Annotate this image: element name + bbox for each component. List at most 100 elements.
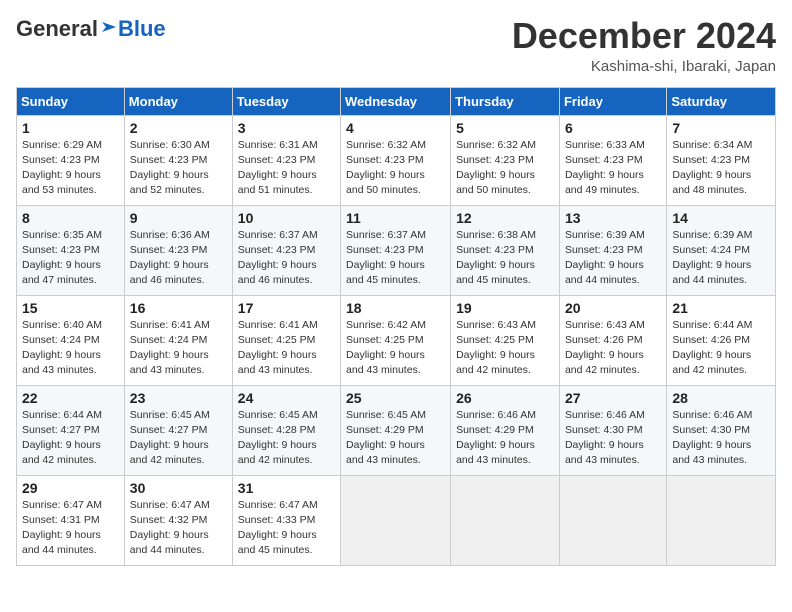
calendar-cell: 29Sunrise: 6:47 AMSunset: 4:31 PMDayligh…: [17, 475, 125, 565]
day-number: 16: [130, 300, 227, 316]
day-number: 3: [238, 120, 335, 136]
day-detail: Sunrise: 6:43 AMSunset: 4:26 PMDaylight:…: [565, 318, 661, 379]
calendar-cell: 3 Sunrise: 6:31 AMSunset: 4:23 PMDaylight…: [232, 115, 340, 205]
day-detail: Sunrise: 6:45 AMSunset: 4:28 PMDaylight:…: [238, 408, 335, 469]
calendar-cell: 24 Sunrise: 6:45 AMSunset: 4:28 PMDayligh…: [232, 385, 340, 475]
day-number: 18: [346, 300, 445, 316]
day-detail: Sunrise: 6:47 AMSunset: 4:32 PMDaylight:…: [130, 498, 227, 559]
calendar-cell: 13Sunrise: 6:39 AMSunset: 4:23 PMDayligh…: [559, 205, 666, 295]
day-number: 19: [456, 300, 554, 316]
weekday-header-monday: Monday: [124, 87, 232, 115]
weekday-header-friday: Friday: [559, 87, 666, 115]
day-number: 26: [456, 390, 554, 406]
calendar-cell: 31 Sunrise: 6:47 AMSunset: 4:33 PMDayligh…: [232, 475, 340, 565]
day-detail: Sunrise: 6:33 AMSunset: 4:23 PMDaylight:…: [565, 138, 661, 199]
calendar-cell: 5 Sunrise: 6:32 AMSunset: 4:23 PMDaylight…: [451, 115, 560, 205]
day-detail: Sunrise: 6:43 AMSunset: 4:25 PMDaylight:…: [456, 318, 554, 379]
day-detail: Sunrise: 6:45 AMSunset: 4:27 PMDaylight:…: [130, 408, 227, 469]
day-detail: Sunrise: 6:41 AMSunset: 4:24 PMDaylight:…: [130, 318, 227, 379]
day-number: 10: [238, 210, 335, 226]
day-number: 29: [22, 480, 119, 496]
day-detail: Sunrise: 6:47 AMSunset: 4:33 PMDaylight:…: [238, 498, 335, 559]
calendar-cell: 20 Sunrise: 6:43 AMSunset: 4:26 PMDayligh…: [559, 295, 666, 385]
calendar-table: SundayMondayTuesdayWednesdayThursdayFrid…: [16, 87, 776, 566]
day-number: 15: [22, 300, 119, 316]
location-text: Kashima-shi, Ibaraki, Japan: [512, 58, 776, 75]
weekday-header-sunday: Sunday: [17, 87, 125, 115]
calendar-cell: 4Sunrise: 6:32 AMSunset: 4:23 PMDaylight…: [341, 115, 451, 205]
weekday-header-thursday: Thursday: [451, 87, 560, 115]
day-number: 5: [456, 120, 554, 136]
calendar-cell: 6 Sunrise: 6:33 AMSunset: 4:23 PMDaylight…: [559, 115, 666, 205]
calendar-cell: 18 Sunrise: 6:42 AMSunset: 4:25 PMDayligh…: [341, 295, 451, 385]
day-detail: Sunrise: 6:30 AMSunset: 4:23 PMDaylight:…: [130, 138, 227, 199]
calendar-cell: 11 Sunrise: 6:37 AMSunset: 4:23 PMDayligh…: [341, 205, 451, 295]
calendar-cell: 16 Sunrise: 6:41 AMSunset: 4:24 PMDayligh…: [124, 295, 232, 385]
calendar-cell: 14 Sunrise: 6:39 AMSunset: 4:24 PMDayligh…: [667, 205, 776, 295]
day-number: 13: [565, 210, 661, 226]
day-number: 9: [130, 210, 227, 226]
calendar-cell: 21 Sunrise: 6:44 AMSunset: 4:26 PMDayligh…: [667, 295, 776, 385]
day-number: 24: [238, 390, 335, 406]
day-detail: Sunrise: 6:46 AMSunset: 4:30 PMDaylight:…: [672, 408, 770, 469]
calendar-week-row: 22 Sunrise: 6:44 AMSunset: 4:27 PMDayligh…: [17, 385, 776, 475]
day-detail: Sunrise: 6:46 AMSunset: 4:29 PMDaylight:…: [456, 408, 554, 469]
calendar-week-row: 29Sunrise: 6:47 AMSunset: 4:31 PMDayligh…: [17, 475, 776, 565]
day-detail: Sunrise: 6:35 AMSunset: 4:23 PMDaylight:…: [22, 228, 119, 289]
weekday-header-saturday: Saturday: [667, 87, 776, 115]
day-number: 23: [130, 390, 227, 406]
calendar-cell: 2 Sunrise: 6:30 AMSunset: 4:23 PMDaylight…: [124, 115, 232, 205]
day-number: 25: [346, 390, 445, 406]
day-detail: Sunrise: 6:32 AMSunset: 4:23 PMDaylight:…: [456, 138, 554, 199]
day-detail: Sunrise: 6:41 AMSunset: 4:25 PMDaylight:…: [238, 318, 335, 379]
calendar-week-row: 8Sunrise: 6:35 AMSunset: 4:23 PMDaylight…: [17, 205, 776, 295]
day-number: 31: [238, 480, 335, 496]
day-number: 6: [565, 120, 661, 136]
day-number: 30: [130, 480, 227, 496]
day-detail: Sunrise: 6:36 AMSunset: 4:23 PMDaylight:…: [130, 228, 227, 289]
day-detail: Sunrise: 6:37 AMSunset: 4:23 PMDaylight:…: [238, 228, 335, 289]
day-detail: Sunrise: 6:34 AMSunset: 4:23 PMDaylight:…: [672, 138, 770, 199]
calendar-cell: 17Sunrise: 6:41 AMSunset: 4:25 PMDayligh…: [232, 295, 340, 385]
day-detail: Sunrise: 6:46 AMSunset: 4:30 PMDaylight:…: [565, 408, 661, 469]
day-number: 21: [672, 300, 770, 316]
day-detail: Sunrise: 6:44 AMSunset: 4:26 PMDaylight:…: [672, 318, 770, 379]
day-number: 20: [565, 300, 661, 316]
calendar-cell: 8Sunrise: 6:35 AMSunset: 4:23 PMDaylight…: [17, 205, 125, 295]
day-detail: Sunrise: 6:37 AMSunset: 4:23 PMDaylight:…: [346, 228, 445, 289]
calendar-cell: 7 Sunrise: 6:34 AMSunset: 4:23 PMDaylight…: [667, 115, 776, 205]
calendar-cell: 12 Sunrise: 6:38 AMSunset: 4:23 PMDayligh…: [451, 205, 560, 295]
calendar-cell: 26 Sunrise: 6:46 AMSunset: 4:29 PMDayligh…: [451, 385, 560, 475]
logo: General Blue: [16, 16, 166, 42]
day-number: 2: [130, 120, 227, 136]
calendar-cell: 25Sunrise: 6:45 AMSunset: 4:29 PMDayligh…: [341, 385, 451, 475]
calendar-cell: 27Sunrise: 6:46 AMSunset: 4:30 PMDayligh…: [559, 385, 666, 475]
day-number: 7: [672, 120, 770, 136]
calendar-cell: [341, 475, 451, 565]
weekday-header-tuesday: Tuesday: [232, 87, 340, 115]
calendar-cell: 9 Sunrise: 6:36 AMSunset: 4:23 PMDaylight…: [124, 205, 232, 295]
day-detail: Sunrise: 6:44 AMSunset: 4:27 PMDaylight:…: [22, 408, 119, 469]
calendar-cell: 19 Sunrise: 6:43 AMSunset: 4:25 PMDayligh…: [451, 295, 560, 385]
day-number: 12: [456, 210, 554, 226]
weekday-header-row: SundayMondayTuesdayWednesdayThursdayFrid…: [17, 87, 776, 115]
calendar-cell: [451, 475, 560, 565]
calendar-cell: [559, 475, 666, 565]
calendar-cell: 22 Sunrise: 6:44 AMSunset: 4:27 PMDayligh…: [17, 385, 125, 475]
day-detail: Sunrise: 6:38 AMSunset: 4:23 PMDaylight:…: [456, 228, 554, 289]
logo-blue-text: Blue: [118, 16, 166, 42]
month-title: December 2024: [512, 16, 776, 56]
page-header: General Blue December 2024 Kashima-shi, …: [16, 16, 776, 75]
day-detail: Sunrise: 6:31 AMSunset: 4:23 PMDaylight:…: [238, 138, 335, 199]
logo-general-text: General: [16, 16, 98, 42]
day-number: 22: [22, 390, 119, 406]
logo-arrow-icon: [100, 18, 118, 36]
day-number: 11: [346, 210, 445, 226]
calendar-cell: 10 Sunrise: 6:37 AMSunset: 4:23 PMDayligh…: [232, 205, 340, 295]
day-number: 1: [22, 120, 119, 136]
weekday-header-wednesday: Wednesday: [341, 87, 451, 115]
day-number: 14: [672, 210, 770, 226]
day-detail: Sunrise: 6:39 AMSunset: 4:24 PMDaylight:…: [672, 228, 770, 289]
calendar-cell: [667, 475, 776, 565]
day-detail: Sunrise: 6:42 AMSunset: 4:25 PMDaylight:…: [346, 318, 445, 379]
